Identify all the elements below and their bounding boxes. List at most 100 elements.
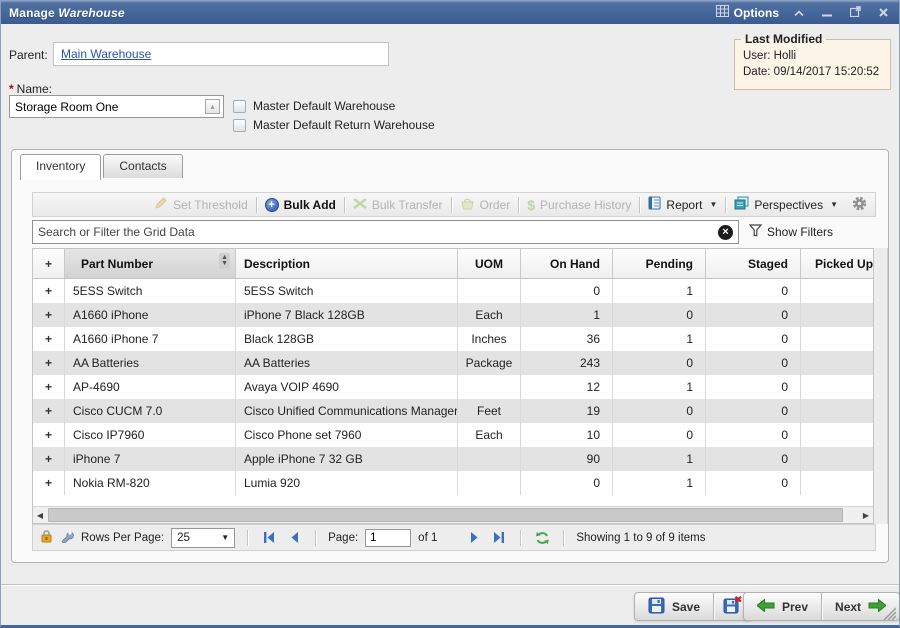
filter-funnel-icon [749,224,762,240]
sort-arrows-icon[interactable]: ▲▼ [219,253,230,269]
show-filters-button[interactable]: Show Filters [749,224,833,240]
row-expand-button[interactable]: + [33,471,65,495]
collapse-button[interactable] [791,5,807,21]
cell-picked-up [801,471,874,495]
cell-staged: 0 [706,375,801,399]
set-threshold-button[interactable]: Set Threshold [146,196,256,213]
close-button[interactable] [875,5,891,21]
master-default-return-warehouse-checkbox[interactable] [233,119,246,132]
cell-on-hand: 10 [521,423,613,447]
table-row[interactable]: + A1660 iPhone iPhone 7 Black 128GB Each… [33,303,874,327]
scroll-right-arrow-icon[interactable]: ▶ [859,507,873,523]
refresh-icon[interactable] [533,529,551,547]
manage-warehouse-window: Manage Warehouse Options Parent: [0,0,900,628]
row-expand-button[interactable]: + [33,423,65,447]
row-expand-button[interactable]: + [33,303,65,327]
vertical-scrollbar-track[interactable] [874,248,888,524]
cell-pending: 0 [613,303,706,327]
row-expand-button[interactable]: + [33,375,65,399]
last-page-button[interactable] [490,529,508,547]
bulk-transfer-button[interactable]: Bulk Transfer [345,197,451,213]
cell-staged: 0 [706,279,801,303]
scroll-left-arrow-icon[interactable]: ◀ [33,507,47,523]
prev-page-button[interactable] [285,529,303,547]
window-resize-grip[interactable] [880,604,896,623]
cell-on-hand: 0 [521,471,613,495]
cell-pending: 0 [613,399,706,423]
clear-search-icon[interactable]: × [718,225,733,240]
cell-staged: 0 [706,399,801,423]
table-row[interactable]: + iPhone 7 Apple iPhone 7 32 GB 90 1 0 [33,447,874,471]
minimize-button[interactable] [819,5,835,21]
master-default-return-warehouse-label: Master Default Return Warehouse [253,118,435,132]
horizontal-scrollbar[interactable]: ◀ ▶ [33,506,873,523]
name-field[interactable]: ▴ [9,95,224,118]
row-expand-button[interactable]: + [33,447,65,471]
rows-per-page-select[interactable]: 25 ▼ [171,528,235,548]
header-part-number[interactable]: Part Number ▲▼ [65,249,236,278]
table-row[interactable]: + Cisco IP7960 Cisco Phone set 7960 Each… [33,423,874,447]
header-staged[interactable]: Staged [706,249,801,278]
name-label: *Name: [9,82,52,96]
cell-part-number: iPhone 7 [65,447,236,471]
purchase-history-button[interactable]: $ Purchase History [519,197,639,213]
cell-part-number: 5ESS Switch [65,279,236,303]
save-button[interactable]: Save [635,593,713,620]
cell-on-hand: 1 [521,303,613,327]
row-expand-button[interactable]: + [33,327,65,351]
order-button[interactable]: Order [452,197,519,213]
minimize-icon [822,6,832,20]
table-row[interactable]: + 5ESS Switch 5ESS Switch 0 1 0 [33,279,874,303]
page-of-label: of 1 [418,532,437,544]
name-input[interactable] [10,100,205,114]
next-page-button[interactable] [465,529,483,547]
cell-picked-up [801,303,874,327]
wrench-icon[interactable] [60,529,74,546]
required-asterisk: * [9,82,14,96]
page-number-input[interactable] [365,529,411,547]
lock-icon[interactable] [40,529,53,546]
gear-icon [852,196,867,214]
header-description[interactable]: Description [236,249,458,278]
table-row[interactable]: + A1660 iPhone 7 Black 128GB Inches 36 1… [33,327,874,351]
pager-separator [247,530,248,546]
master-default-warehouse-row: Master Default Warehouse [233,99,395,113]
parent-field: Main Warehouse [53,42,389,66]
master-default-warehouse-checkbox[interactable] [233,100,246,113]
bulk-add-button[interactable]: + Bulk Add [257,198,344,212]
table-row[interactable]: + Cisco CUCM 7.0 Cisco Unified Communica… [33,399,874,423]
horizontal-scrollbar-thumb[interactable] [48,508,843,522]
first-page-button[interactable] [260,529,278,547]
header-picked-up[interactable]: Picked Up [801,249,874,278]
search-input[interactable] [38,225,718,239]
cell-pending: 1 [613,471,706,495]
row-expand-button[interactable]: + [33,399,65,423]
pager-separator [563,530,564,546]
cell-pending: 1 [613,279,706,303]
cell-description: 5ESS Switch [236,279,458,303]
tab-inventory[interactable]: Inventory [20,154,101,180]
header-on-hand[interactable]: On Hand [521,249,613,278]
row-expand-button[interactable]: + [33,279,65,303]
table-row[interactable]: + AP-4690 Avaya VOIP 4690 12 1 0 [33,375,874,399]
name-field-lookup-icon[interactable]: ▴ [205,99,220,114]
parent-warehouse-link[interactable]: Main Warehouse [61,47,151,61]
table-row[interactable]: + AA Batteries AA Batteries Package 243 … [33,351,874,375]
perspectives-button[interactable]: Perspectives ▼ [726,196,846,213]
last-modified-date: Date: 09/14/2017 15:20:52 [743,64,882,80]
nav-button-group: Prev Next [743,592,900,621]
maximize-button[interactable] [847,5,863,21]
prev-button[interactable]: Prev [744,593,821,620]
report-button[interactable]: Report ▼ [640,196,725,213]
header-uom[interactable]: UOM [458,249,521,278]
options-button[interactable]: Options [716,5,779,20]
tab-contacts[interactable]: Contacts [103,154,182,178]
grid-settings-button[interactable] [846,196,869,214]
header-expand[interactable]: + [33,249,65,278]
cell-pending: 1 [613,327,706,351]
parent-label: Parent: [9,48,48,62]
save-close-floppy-icon [723,596,742,617]
table-row[interactable]: + Nokia RM-820 Lumia 920 0 1 0 [33,471,874,495]
row-expand-button[interactable]: + [33,351,65,375]
header-pending[interactable]: Pending [613,249,706,278]
